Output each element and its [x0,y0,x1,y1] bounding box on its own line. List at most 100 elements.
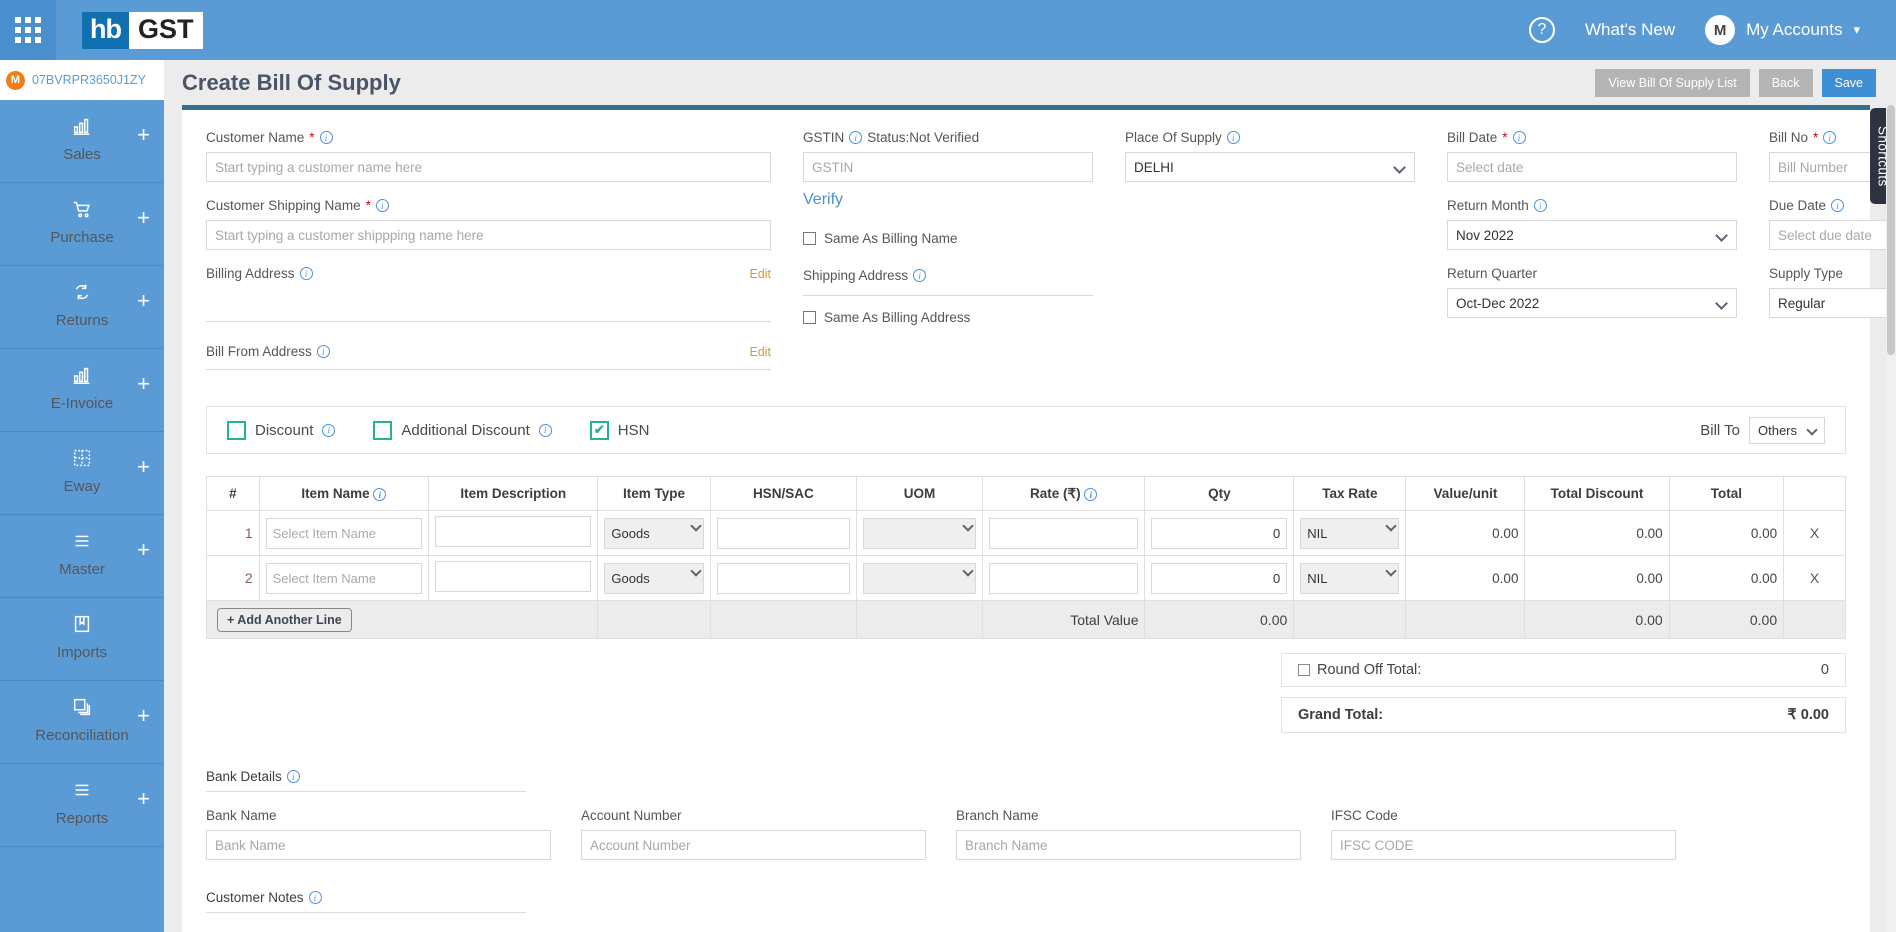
help-icon[interactable]: ? [1528,17,1555,43]
sidebar-add-icon[interactable]: + [137,124,150,146]
hsn-sac-cell [709,555,858,601]
item-type-select[interactable]: Goods [604,517,704,549]
bill-to-select[interactable]: Others [1749,416,1825,444]
sidebar-item-reconciliation[interactable]: Reconciliation + [0,681,164,764]
sidebar-item-imports[interactable]: Imports [0,598,164,681]
view-bill-of-supply-list-button[interactable]: View Bill Of Supply List [1595,68,1750,97]
tax-rate-select[interactable]: NIL [1300,517,1400,549]
discount-checkbox[interactable] [227,420,246,440]
bank-field-input[interactable] [956,830,1301,860]
same-as-billing-address-row[interactable]: Same As Billing Address [803,310,1093,325]
info-icon[interactable]: i [286,770,300,783]
info-icon[interactable]: i [1512,131,1526,144]
save-button[interactable]: Save [1821,68,1876,97]
info-icon[interactable]: i [538,423,552,437]
customer-name-input[interactable] [206,152,771,182]
brand-logo[interactable]: hb GST [82,11,203,49]
item-name-input[interactable] [265,517,423,549]
supply-type-select[interactable]: Regular [1769,288,1896,318]
bank-field-input[interactable] [581,830,926,860]
due-date-input[interactable] [1769,220,1896,250]
my-accounts-menu[interactable]: M My Accounts ▾ [1705,15,1860,45]
qty-input[interactable] [1151,517,1288,549]
layers-copy-icon [71,694,93,720]
additional-discount-option[interactable]: Additional Discount i [373,420,552,440]
same-as-billing-name-row[interactable]: Same As Billing Name [803,231,1093,246]
sidebar-item-e-invoice[interactable]: E-Invoice + [0,349,164,432]
info-icon[interactable]: i [316,345,330,358]
info-icon[interactable]: i [1823,131,1837,144]
sidebar-item-reports[interactable]: Reports + [0,764,164,847]
info-icon[interactable]: i [849,131,863,144]
item-name-cell [258,510,430,556]
scrollbar-thumb[interactable] [1887,105,1895,355]
apps-grid-icon[interactable] [0,0,56,60]
sidebar-item-master[interactable]: Master + [0,515,164,598]
hsn-checkbox[interactable] [589,420,609,440]
bill-from-address-edit-link[interactable]: Edit [749,345,771,359]
item-description-input[interactable] [435,561,592,592]
sidebar-item-returns[interactable]: Returns + [0,266,164,349]
gstin-identifier[interactable]: M 07BVRPR3650J1ZY [0,60,164,100]
bill-from-address-value[interactable]: Edit [206,345,771,370]
same-as-billing-name-checkbox[interactable] [803,232,816,245]
billing-address-edit-link[interactable]: Edit [749,267,771,281]
bank-field-input[interactable] [206,830,551,860]
additional-discount-checkbox[interactable] [373,420,393,440]
whats-new-link[interactable]: What's New [1585,20,1675,40]
info-icon[interactable]: i [1831,199,1845,212]
info-icon[interactable]: i [1226,131,1240,144]
info-icon[interactable]: i [299,267,313,280]
gstin-input[interactable] [803,152,1093,182]
info-icon[interactable]: i [1533,199,1547,212]
qty-input[interactable] [1151,562,1288,594]
sidebar-item-sales[interactable]: Sales + [0,100,164,183]
sidebar-add-icon[interactable]: + [137,539,150,561]
sidebar-item-eway[interactable]: Eway + [0,432,164,515]
info-icon[interactable]: i [322,423,336,437]
page-scrollbar[interactable] [1886,105,1896,932]
delete-row-button[interactable]: X [1783,555,1846,601]
info-icon[interactable]: i [913,269,927,282]
bill-date-input[interactable] [1447,152,1737,182]
round-off-checkbox[interactable] [1298,664,1310,676]
info-icon[interactable]: i [1084,488,1098,501]
billing-address-value[interactable]: Edit [206,267,771,322]
hsn-sac-input[interactable] [716,562,851,594]
discount-option[interactable]: Discount i [227,420,336,440]
page-title: Create Bill Of Supply [182,69,401,95]
sidebar-add-icon[interactable]: + [137,456,150,478]
item-type-select[interactable]: Goods [604,562,704,594]
place-of-supply-select[interactable]: DELHI [1125,152,1415,182]
info-icon[interactable]: i [373,488,387,502]
shipping-address-value[interactable] [803,290,1093,296]
item-description-input[interactable] [435,516,592,547]
bank-field-input[interactable] [1331,830,1676,860]
uom-select[interactable] [863,562,976,594]
hsn-option[interactable]: HSN [589,420,649,440]
uom-select[interactable] [863,517,976,549]
sidebar-item-purchase[interactable]: Purchase + [0,183,164,266]
same-as-billing-address-checkbox[interactable] [803,311,816,324]
sidebar-add-icon[interactable]: + [137,290,150,312]
info-icon[interactable]: i [308,891,322,904]
hsn-sac-input[interactable] [716,517,851,549]
add-another-line-button[interactable]: + Add Another Line [217,607,352,632]
tax-rate-select[interactable]: NIL [1300,562,1400,594]
back-button[interactable]: Back [1758,68,1813,97]
info-icon[interactable]: i [319,131,333,144]
delete-row-button[interactable]: X [1783,510,1846,556]
info-icon[interactable]: i [375,199,389,212]
sidebar-add-icon[interactable]: + [137,373,150,395]
item-name-input[interactable] [265,562,423,594]
return-month-select[interactable]: Nov 2022 [1447,220,1737,250]
sidebar-add-icon[interactable]: + [137,705,150,727]
rate-input[interactable] [988,517,1139,549]
totals-summary: Round Off Total: 0 Grand Total: ₹ 0.00 [1281,653,1846,733]
return-quarter-select[interactable]: Oct-Dec 2022 [1447,288,1737,318]
customer-shipping-name-input[interactable] [206,220,771,250]
verify-gstin-link[interactable]: Verify [803,191,1093,209]
sidebar-add-icon[interactable]: + [137,207,150,229]
rate-input[interactable] [988,562,1139,594]
sidebar-add-icon[interactable]: + [137,788,150,810]
